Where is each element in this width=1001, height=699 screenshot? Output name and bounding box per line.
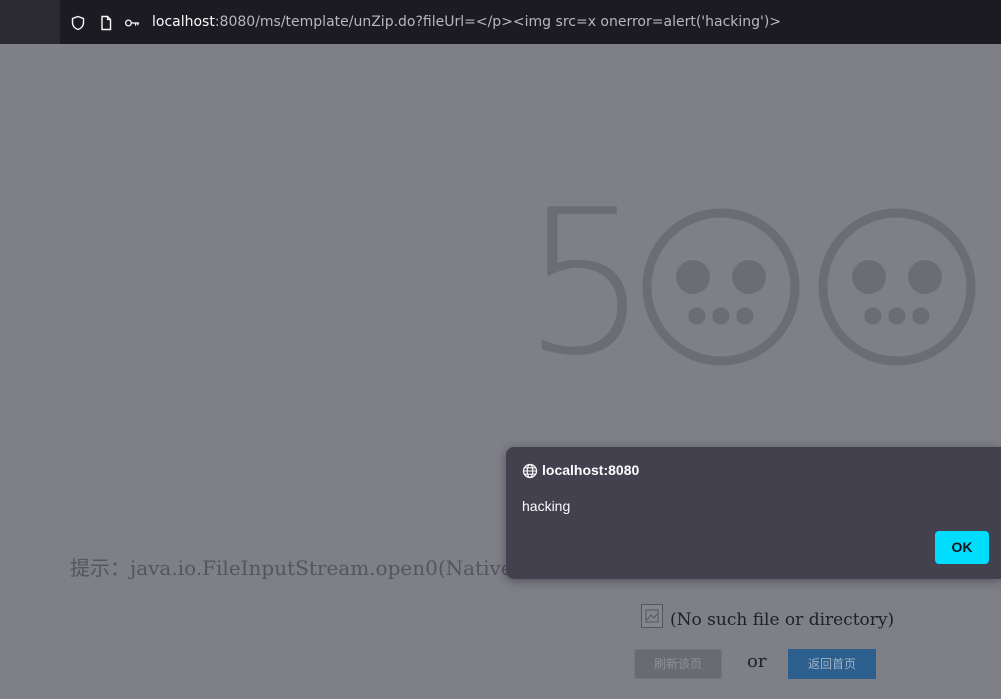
alert-dialog: localhost:8080 hacking OK — [506, 447, 1001, 579]
url-text[interactable]: localhost:8080/ms/template/unZip.do?file… — [152, 14, 781, 30]
sad-face-icon — [818, 208, 976, 366]
address-bar[interactable]: localhost:8080/ms/template/unZip.do?file… — [62, 7, 1001, 39]
or-separator: or — [747, 651, 767, 672]
dialog-message: hacking — [522, 498, 571, 514]
return-home-button[interactable]: 返回首页 — [788, 649, 876, 679]
error-page: 5 提示：java.io.FileInputStream.open0(Nativ… — [0, 44, 1001, 699]
refresh-page-button[interactable]: 刷新该页 — [634, 649, 722, 679]
error-code-digit: 5 — [522, 167, 650, 400]
ok-button[interactable]: OK — [935, 531, 989, 564]
error-hint-text: 提示：java.io.FileInputStream.open0(Native … — [70, 556, 540, 580]
broken-image-icon — [641, 604, 663, 628]
no-such-file-text: (No such file or directory) — [670, 610, 895, 630]
url-path: :8080/ms/template/unZip.do?fileUrl=</p><… — [214, 14, 782, 30]
sad-face-icon — [642, 208, 800, 366]
key-icon[interactable] — [124, 15, 140, 31]
globe-icon — [522, 463, 538, 479]
page-icon[interactable] — [98, 15, 114, 31]
url-host: localhost — [152, 14, 215, 30]
browser-toolbar: localhost:8080/ms/template/unZip.do?file… — [0, 0, 1001, 44]
shield-icon[interactable] — [70, 15, 86, 31]
dialog-origin-title: localhost:8080 — [542, 462, 640, 478]
toolbar-left-edge — [0, 0, 60, 44]
